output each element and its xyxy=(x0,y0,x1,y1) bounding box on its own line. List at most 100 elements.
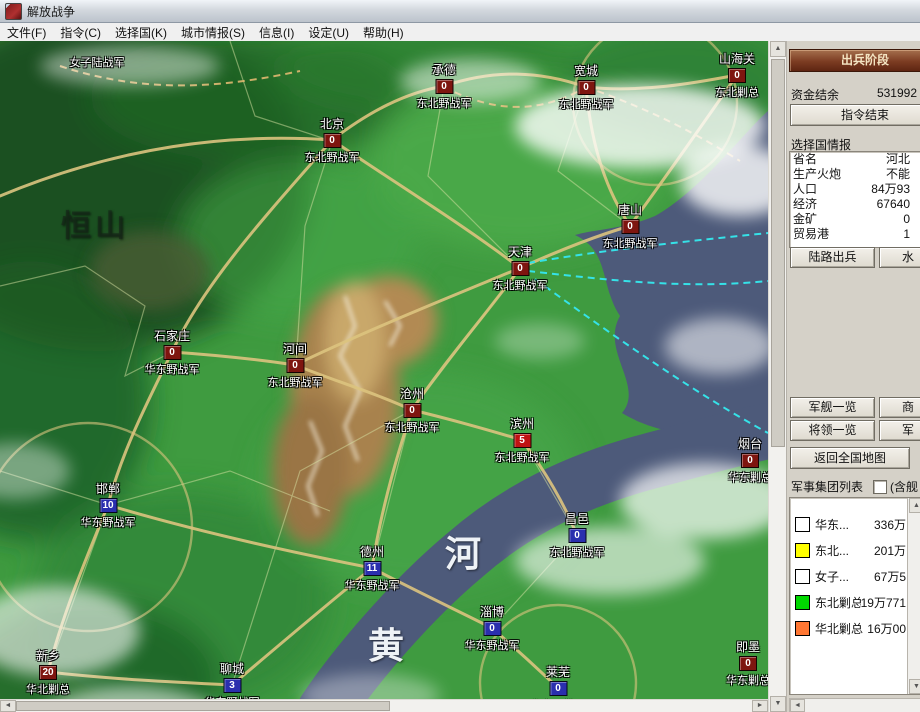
city-承德[interactable]: 承德0东北野战军 xyxy=(417,61,472,111)
garrison-marker[interactable]: 0 xyxy=(728,68,746,83)
scroll-down-button[interactable]: ▼ xyxy=(909,679,920,694)
garrison-marker[interactable]: 0 xyxy=(323,133,341,148)
city-沧州[interactable]: 沧州0东北野战军 xyxy=(385,385,440,435)
city-德州[interactable]: 德州11华东野战军 xyxy=(345,543,400,593)
garrison-marker[interactable]: 20 xyxy=(39,665,57,680)
scroll-up-button[interactable]: ▲ xyxy=(770,41,786,57)
map-vertical-scrollbar[interactable]: ▲ ▼ xyxy=(768,41,786,712)
army-label: 东北野战军 xyxy=(603,235,658,251)
city-即墨[interactable]: 即墨0华东剿总 xyxy=(726,638,768,688)
group-row[interactable]: 华北剿总16万00 xyxy=(790,615,920,641)
title-bar[interactable]: 解放战争 xyxy=(0,0,920,23)
map-canvas[interactable] xyxy=(0,41,768,700)
group-row[interactable]: 华东...336万 xyxy=(790,511,920,537)
scroll-thumb[interactable] xyxy=(771,59,785,447)
city-唐山[interactable]: 唐山0东北野战军 xyxy=(603,201,658,251)
city-烟台[interactable]: 烟台0华东剿总 xyxy=(728,435,768,485)
city-name: 宽城 xyxy=(559,62,614,79)
city-山海关[interactable]: 山海关0东北剿总 xyxy=(715,50,759,100)
army-label: 东北野战军 xyxy=(417,95,472,111)
scroll-left-button[interactable]: ◄ xyxy=(0,700,16,712)
garrison-marker[interactable]: 0 xyxy=(403,403,421,418)
city-邯郸[interactable]: 邯郸10华东野战军 xyxy=(81,480,136,530)
merchant-list-button[interactable]: 商 xyxy=(879,397,920,418)
city-name: 昌邑 xyxy=(550,510,605,527)
menu-item[interactable]: 设定(U) xyxy=(301,22,356,43)
scroll-up-button[interactable]: ▲ xyxy=(909,498,920,513)
end-turn-button[interactable]: 指令结束 xyxy=(790,104,920,126)
city-name: 莱芜 xyxy=(531,663,586,680)
info-row: 省名河北 xyxy=(790,152,920,167)
menu-item[interactable]: 帮助(H) xyxy=(356,22,411,43)
army-label: 东北野战军 xyxy=(493,277,548,293)
city-淄博[interactable]: 淄博0华东野战军 xyxy=(465,603,520,653)
city-name: 沧州 xyxy=(385,385,440,402)
scroll-left-button[interactable]: ◄ xyxy=(790,699,805,712)
garrison-marker[interactable]: 11 xyxy=(363,561,381,576)
menu-item[interactable]: 信息(I) xyxy=(252,22,301,43)
group-row[interactable]: 女子...67万5 xyxy=(790,563,920,589)
group-row[interactable]: 东北剿总19万771 xyxy=(790,589,920,615)
garrison-marker[interactable]: 5 xyxy=(513,433,531,448)
group-list-scrollbar[interactable]: ▲ ▼ xyxy=(907,498,920,694)
garrison-marker[interactable]: 0 xyxy=(741,453,759,468)
app-icon xyxy=(5,3,22,20)
garrison-marker[interactable]: 0 xyxy=(511,261,529,276)
info-label: 贸易港 xyxy=(793,227,829,242)
city-石家庄[interactable]: 石家庄0华东野战军 xyxy=(145,327,200,377)
include-ships-checkbox[interactable] xyxy=(873,480,887,494)
scroll-right-button[interactable]: ► xyxy=(752,700,768,712)
info-value: 1 xyxy=(903,227,910,242)
info-row: 人口84万93 xyxy=(790,182,920,197)
army-label: 华东剿总 xyxy=(726,672,768,688)
garrison-marker[interactable]: 3 xyxy=(223,678,241,693)
group-list-title: 军事集团列表 xyxy=(791,478,863,495)
army-list-button[interactable]: 军 xyxy=(879,420,920,441)
garrison-marker[interactable]: 0 xyxy=(163,345,181,360)
fleet-list-button[interactable]: 军舰一览 xyxy=(790,397,875,418)
general-list-button[interactable]: 将领一览 xyxy=(790,420,875,441)
info-value: 67640 xyxy=(877,197,910,212)
city-河间[interactable]: 河间0东北野战军 xyxy=(268,340,323,390)
army-label: 东北野战军 xyxy=(385,419,440,435)
info-value: 不能 xyxy=(886,167,910,182)
menu-item[interactable]: 选择国(K) xyxy=(108,22,174,43)
garrison-marker[interactable]: 10 xyxy=(99,498,117,513)
group-row[interactable]: 东北...201万 xyxy=(790,537,920,563)
city-昌邑[interactable]: 昌邑0东北野战军 xyxy=(550,510,605,560)
garrison-marker[interactable]: 0 xyxy=(549,681,567,696)
garrison-marker[interactable]: 0 xyxy=(286,358,304,373)
garrison-marker[interactable]: 0 xyxy=(739,656,757,671)
garrison-marker[interactable]: 0 xyxy=(577,80,595,95)
city-天津[interactable]: 天津0东北野战军 xyxy=(493,243,548,293)
menu-item[interactable]: 文件(F) xyxy=(0,22,53,43)
map-horizontal-scrollbar[interactable]: ◄ ► xyxy=(0,699,768,712)
funds-value: 531992 xyxy=(877,86,917,103)
funds-row: 资金结余 531992 xyxy=(791,86,917,103)
scroll-down-button[interactable]: ▼ xyxy=(770,696,786,712)
return-to-national-map-button[interactable]: 返回全国地图 xyxy=(790,447,910,469)
app-window: 解放战争 文件(F)指令(C)选择国(K)城市情报(S)信息(I)设定(U)帮助… xyxy=(0,0,920,712)
main-content: 恒山河黄女子陆战军 承德0东北野战军宽城0东北野战军山海关0东北剿总北京0东北野… xyxy=(0,41,920,712)
sea-deploy-button[interactable]: 水 xyxy=(879,247,920,268)
menu-item[interactable]: 指令(C) xyxy=(53,22,108,43)
info-label: 生产火炮 xyxy=(793,167,841,182)
info-label: 金矿 xyxy=(793,212,817,227)
info-row: 生产火炮 不能 xyxy=(790,167,920,182)
group-list-header: 军事集团列表 (含舰 xyxy=(791,478,920,495)
group-list-horizontal-scrollbar[interactable]: ◄ xyxy=(789,698,920,712)
menu-item[interactable]: 城市情报(S) xyxy=(174,22,252,43)
garrison-marker[interactable]: 0 xyxy=(568,528,586,543)
city-新乡[interactable]: 新乡20华北剿总 xyxy=(26,647,70,697)
garrison-marker[interactable]: 0 xyxy=(435,79,453,94)
info-value: 0 xyxy=(903,212,910,227)
garrison-marker[interactable]: 0 xyxy=(621,219,639,234)
group-name: 东北... xyxy=(815,542,874,559)
scroll-thumb[interactable] xyxy=(16,701,390,711)
army-label: 华北剿总 xyxy=(26,681,70,697)
city-滨州[interactable]: 滨州5东北野战军 xyxy=(495,415,550,465)
garrison-marker[interactable]: 0 xyxy=(483,621,501,636)
city-宽城[interactable]: 宽城0东北野战军 xyxy=(559,62,614,112)
city-北京[interactable]: 北京0东北野战军 xyxy=(305,115,360,165)
land-deploy-button[interactable]: 陆路出兵 xyxy=(790,247,875,268)
